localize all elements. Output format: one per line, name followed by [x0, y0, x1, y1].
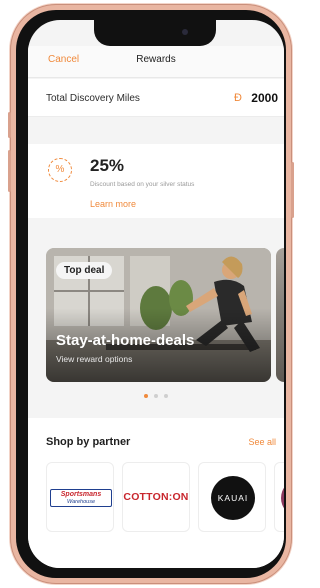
deal-card[interactable]: Top deal Stay-at-home-deals View reward …	[46, 248, 271, 382]
discount-card: % 25% Discount based on your silver stat…	[28, 144, 284, 218]
discount-percent: 25%	[90, 156, 125, 175]
pagination-dot[interactable]	[144, 394, 148, 398]
mute-switch	[8, 112, 11, 138]
section-title: Shop by partner	[46, 436, 131, 448]
logo-line: Sportsmans	[60, 491, 102, 498]
see-all-link[interactable]: See all	[248, 437, 276, 447]
cotton-on-logo: COTTON:ON	[123, 491, 189, 503]
page-title: Rewards	[136, 54, 176, 65]
discovery-miles-row[interactable]: Total Discovery Miles Ð 2000	[28, 79, 284, 117]
notch	[94, 20, 216, 46]
app-screen: Cancel Rewards Total Discovery Miles Ð 2…	[28, 20, 284, 568]
deals-carousel[interactable]: Top deal Stay-at-home-deals View reward …	[46, 248, 284, 382]
volume-button	[8, 150, 11, 192]
power-button	[291, 162, 294, 218]
partner-kauai[interactable]: KAUAI	[198, 462, 266, 532]
pagination-dot[interactable]	[154, 394, 158, 398]
deal-subtitle: View reward options	[56, 354, 133, 364]
deal-title: Stay-at-home-deals	[56, 332, 195, 349]
sportsmans-warehouse-logo: Sportsmans Warehouse	[50, 489, 112, 507]
top-deal-badge: Top deal	[56, 262, 113, 279]
camera-icon	[182, 29, 188, 35]
partner-sportsmans-warehouse[interactable]: Sportsmans Warehouse	[46, 462, 114, 532]
kauai-logo: KAUAI	[211, 476, 255, 520]
navigation-bar: Cancel Rewards	[28, 46, 284, 78]
pagination-dot[interactable]	[164, 394, 168, 398]
next-deal-card[interactable]	[276, 248, 284, 382]
percent-badge-icon: %	[48, 158, 72, 182]
miles-value: 2000	[251, 91, 278, 105]
shop-by-partner-section: Shop by partner See all Sportsmans Wareh…	[28, 418, 284, 568]
logo-line: Warehouse	[66, 499, 96, 505]
miles-label: Total Discovery Miles	[46, 93, 140, 104]
discovery-miles-icon: Ð	[234, 92, 242, 104]
partner-logo	[281, 481, 284, 515]
discount-description: Discount based on your silver status	[90, 181, 195, 188]
partner-cotton-on[interactable]: COTTON:ON	[122, 462, 190, 532]
learn-more-link[interactable]: Learn more	[90, 199, 136, 209]
partner-next[interactable]	[274, 462, 284, 532]
carousel-pagination	[28, 394, 284, 398]
